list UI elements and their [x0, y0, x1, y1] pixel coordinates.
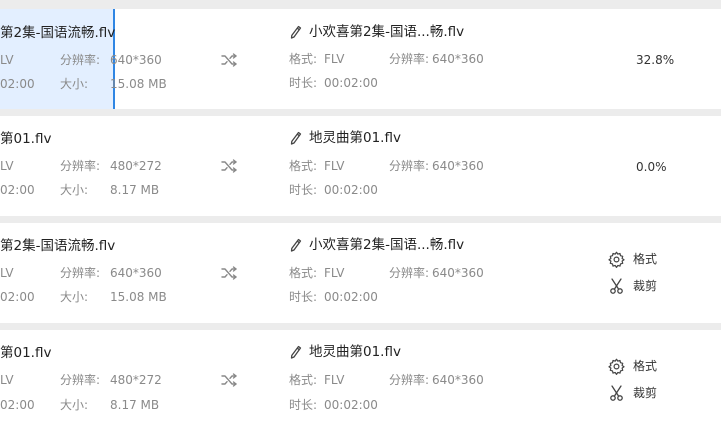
shuffle-icon: [221, 373, 237, 387]
source-duration: 02:00: [0, 290, 35, 304]
source-file-name: 第01.flv: [0, 345, 52, 361]
source-resolution-label: 分辨率:: [60, 266, 101, 280]
output-format-label: 格式:: [289, 373, 318, 387]
pencil-icon[interactable]: [290, 131, 302, 145]
output-duration: 00:02:00: [324, 76, 378, 90]
source-duration: 02:00: [0, 398, 35, 412]
output-file-name[interactable]: 小欢喜第2集-国语...畅.flv: [309, 236, 464, 254]
output-resolution-label: 分辨率:: [389, 266, 430, 280]
output-duration: 00:02:00: [324, 398, 378, 412]
pencil-icon[interactable]: [290, 238, 302, 252]
source-size-label: 大小:: [60, 290, 89, 304]
gear-icon[interactable]: [608, 251, 625, 268]
source-file-name: 第2集-国语流畅.flv: [0, 25, 116, 41]
source-resolution-label: 分辨率:: [60, 159, 101, 173]
source-resolution-label: 分辨率:: [60, 53, 101, 67]
source-format: LV: [0, 266, 14, 280]
shuffle-icon: [221, 159, 237, 173]
output-duration-label: 时长:: [289, 76, 318, 90]
output-format: FLV: [324, 373, 345, 387]
output-resolution: 640*360: [432, 266, 484, 280]
shuffle-icon: [221, 53, 237, 67]
source-size-label: 大小:: [60, 398, 89, 412]
output-file-name[interactable]: 地灵曲第01.flv: [309, 343, 401, 361]
pencil-icon[interactable]: [290, 25, 302, 39]
task-list: 第2集-国语流畅.flv LV 分辨率: 640*360 02:00 大小: 1…: [0, 0, 721, 423]
source-format: LV: [0, 373, 14, 387]
source-resolution-label: 分辨率:: [60, 373, 101, 387]
output-format: FLV: [324, 52, 345, 66]
format-button[interactable]: 格式: [633, 251, 657, 267]
source-duration: 02:00: [0, 77, 35, 91]
pencil-icon[interactable]: [290, 345, 302, 359]
task-row[interactable]: 第2集-国语流畅.flv LV 分辨率: 640*360 02:00 大小: 1…: [0, 9, 721, 109]
cut-button[interactable]: 裁剪: [633, 278, 657, 294]
source-size-label: 大小:: [60, 183, 89, 197]
source-duration: 02:00: [0, 183, 35, 197]
output-resolution: 640*360: [432, 52, 484, 66]
source-size: 8.17 MB: [110, 398, 160, 412]
output-duration-label: 时长:: [289, 398, 318, 412]
output-file-name[interactable]: 地灵曲第01.flv: [309, 129, 401, 147]
output-resolution: 640*360: [432, 373, 484, 387]
progress-percent: 32.8%: [636, 53, 675, 67]
source-resolution: 480*272: [110, 159, 162, 173]
source-resolution: 640*360: [110, 53, 162, 67]
source-resolution: 640*360: [110, 266, 162, 280]
output-duration: 00:02:00: [324, 290, 378, 304]
output-resolution-label: 分辨率:: [389, 52, 430, 66]
source-size: 15.08 MB: [110, 290, 167, 304]
output-file-name[interactable]: 小欢喜第2集-国语...畅.flv: [309, 23, 464, 41]
output-resolution: 640*360: [432, 159, 484, 173]
output-format: FLV: [324, 266, 345, 280]
source-file-name: 第01.flv: [0, 131, 52, 147]
output-format-label: 格式:: [289, 52, 318, 66]
cut-button[interactable]: 裁剪: [633, 385, 657, 401]
output-resolution-label: 分辨率:: [389, 159, 430, 173]
source-resolution: 480*272: [110, 373, 162, 387]
output-format-label: 格式:: [289, 266, 318, 280]
scissors-icon[interactable]: [609, 385, 624, 401]
source-size: 8.17 MB: [110, 183, 160, 197]
output-duration-label: 时长:: [289, 183, 318, 197]
source-file-name: 第2集-国语流畅.flv: [0, 238, 116, 254]
source-format: LV: [0, 159, 14, 173]
output-duration-label: 时长:: [289, 290, 318, 304]
output-format-label: 格式:: [289, 159, 318, 173]
scissors-icon[interactable]: [609, 278, 624, 294]
gear-icon[interactable]: [608, 358, 625, 375]
format-button[interactable]: 格式: [633, 358, 657, 374]
output-duration: 00:02:00: [324, 183, 378, 197]
shuffle-icon: [221, 266, 237, 280]
task-row[interactable]: 第01.flv LV 分辨率: 480*272 02:00 大小: 8.17 M…: [0, 116, 721, 216]
progress-percent: 0.0%: [636, 160, 667, 174]
task-row[interactable]: 第2集-国语流畅.flv LV 分辨率: 640*360 02:00 大小: 1…: [0, 223, 721, 323]
source-size: 15.08 MB: [110, 77, 167, 91]
output-resolution-label: 分辨率:: [389, 373, 430, 387]
source-size-label: 大小:: [60, 77, 89, 91]
output-format: FLV: [324, 159, 345, 173]
task-row[interactable]: 第01.flv LV 分辨率: 480*272 02:00 大小: 8.17 M…: [0, 330, 721, 423]
source-format: LV: [0, 53, 14, 67]
